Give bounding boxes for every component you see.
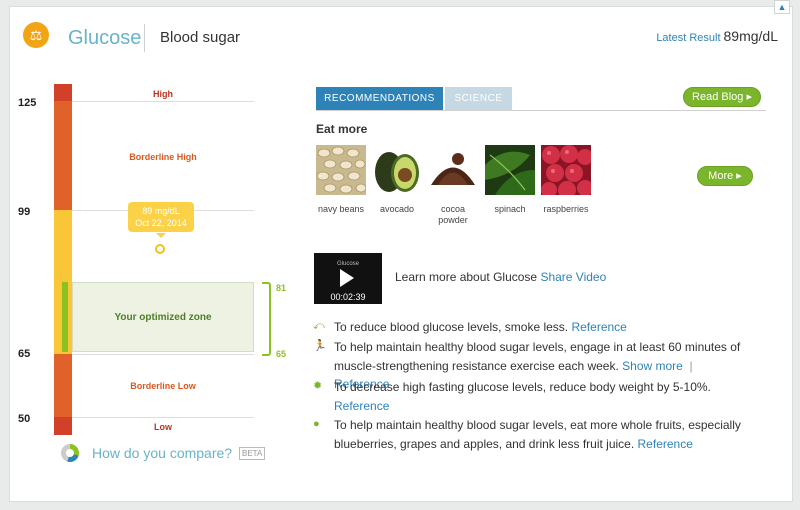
show-more-link[interactable]: Show more — [622, 359, 683, 373]
video-thumbnail[interactable]: Glucose 00:02:39 — [314, 253, 382, 304]
reference-link[interactable]: Reference — [571, 320, 626, 334]
more-label: More — [708, 170, 734, 182]
bracket-top-value: 81 — [276, 283, 287, 293]
caret-right-icon: ▸ — [736, 170, 742, 182]
tab-recommendations[interactable]: RECOMMENDATIONS — [316, 87, 443, 110]
sun-icon: ✹ — [313, 380, 323, 392]
beta-badge: BETA — [239, 447, 266, 460]
range-label-borderline-low: Borderline Low — [130, 381, 196, 391]
smoke-icon: ⤺ — [313, 320, 325, 332]
result-marker[interactable] — [155, 244, 165, 254]
food-label: avocado — [379, 204, 415, 214]
apple-icon: ● — [313, 418, 320, 430]
food-label: raspberries — [543, 204, 589, 214]
raspberries-image — [541, 145, 591, 195]
caret-right-icon: ▸ — [746, 91, 752, 103]
optimized-zone-marker — [62, 282, 68, 352]
gridline — [72, 354, 254, 355]
page-subtitle: Blood sugar — [160, 29, 241, 46]
cocoa-powder-image — [428, 145, 478, 195]
latest-result-value: 89mg/dL — [723, 28, 778, 44]
spinach-image — [485, 145, 535, 195]
range-label-low: Low — [154, 422, 172, 432]
latest-result: Latest Result 89mg/dL — [656, 28, 778, 44]
recommendation-item: ✹ To decrease high fasting glucose level… — [313, 378, 743, 415]
reference-link[interactable]: Reference — [638, 437, 693, 451]
link-separator: | — [686, 358, 696, 373]
share-video-link[interactable]: Share Video — [540, 270, 606, 284]
recommendation-item: ● To help maintain healthy blood sugar l… — [313, 416, 743, 453]
navy-beans-image — [316, 145, 366, 195]
scale-segment-borderline-low — [54, 354, 72, 417]
scale-segment-borderline-high — [54, 101, 72, 210]
scale-icon: ⚖ — [23, 22, 49, 48]
range-label-high: High — [153, 89, 173, 99]
y-label-65: 65 — [18, 348, 31, 360]
video-caption: Learn more about Glucose Share Video — [395, 270, 606, 284]
recommendation-text: To reduce blood glucose levels, smoke le… — [334, 320, 569, 334]
recommendation-item: ⤺ To reduce blood glucose levels, smoke … — [313, 318, 743, 337]
play-icon[interactable] — [340, 269, 354, 287]
tab-science[interactable]: SCIENCE — [445, 87, 512, 110]
gridline — [72, 417, 254, 418]
recommendation-text: To decrease high fasting glucose levels,… — [334, 380, 711, 394]
scale-segment-low — [54, 417, 72, 435]
food-label: navy beans — [317, 204, 365, 214]
eat-more-heading: Eat more — [316, 122, 368, 136]
learn-more-text: Learn more about Glucose — [395, 270, 538, 284]
food-label: spinach — [494, 204, 526, 214]
food-label: cocoa powder — [438, 204, 468, 225]
bracket-bottom-value: 65 — [276, 349, 287, 359]
video-thumb-title: Glucose — [336, 261, 359, 267]
page-title: Glucose — [68, 27, 142, 49]
exercise-icon: 🏃 — [313, 340, 327, 352]
optimized-zone-label: Your optimized zone — [114, 312, 212, 323]
tooltip-value: 89 mg/dL — [142, 206, 180, 216]
how-do-you-compare-link[interactable]: How do you compare? — [92, 445, 232, 461]
y-label-99: 99 — [18, 206, 31, 218]
tooltip-date: Oct 22, 2014 — [135, 218, 187, 228]
y-label-50: 50 — [18, 413, 31, 425]
range-label-borderline-high: Borderline High — [129, 152, 197, 162]
read-blog-label: Read Blog — [692, 91, 744, 103]
more-button[interactable]: More ▸ — [697, 166, 753, 186]
optimized-bracket — [262, 282, 271, 356]
scale-segment-high — [54, 84, 72, 101]
title-divider — [144, 24, 145, 52]
gridline — [72, 101, 254, 102]
collapse-arrow-icon[interactable]: ▲ — [774, 0, 790, 14]
avocado-image — [372, 145, 422, 195]
reference-link[interactable]: Reference — [334, 399, 389, 413]
video-duration: 00:02:39 — [330, 292, 366, 302]
donut-chart-icon — [61, 444, 79, 462]
read-blog-button[interactable]: Read Blog ▸ — [683, 87, 761, 107]
y-label-125: 125 — [18, 97, 37, 109]
latest-result-label: Latest Result — [656, 32, 721, 44]
result-tooltip: 89 mg/dL Oct 22, 2014 — [128, 202, 194, 238]
tab-underline — [316, 110, 766, 111]
